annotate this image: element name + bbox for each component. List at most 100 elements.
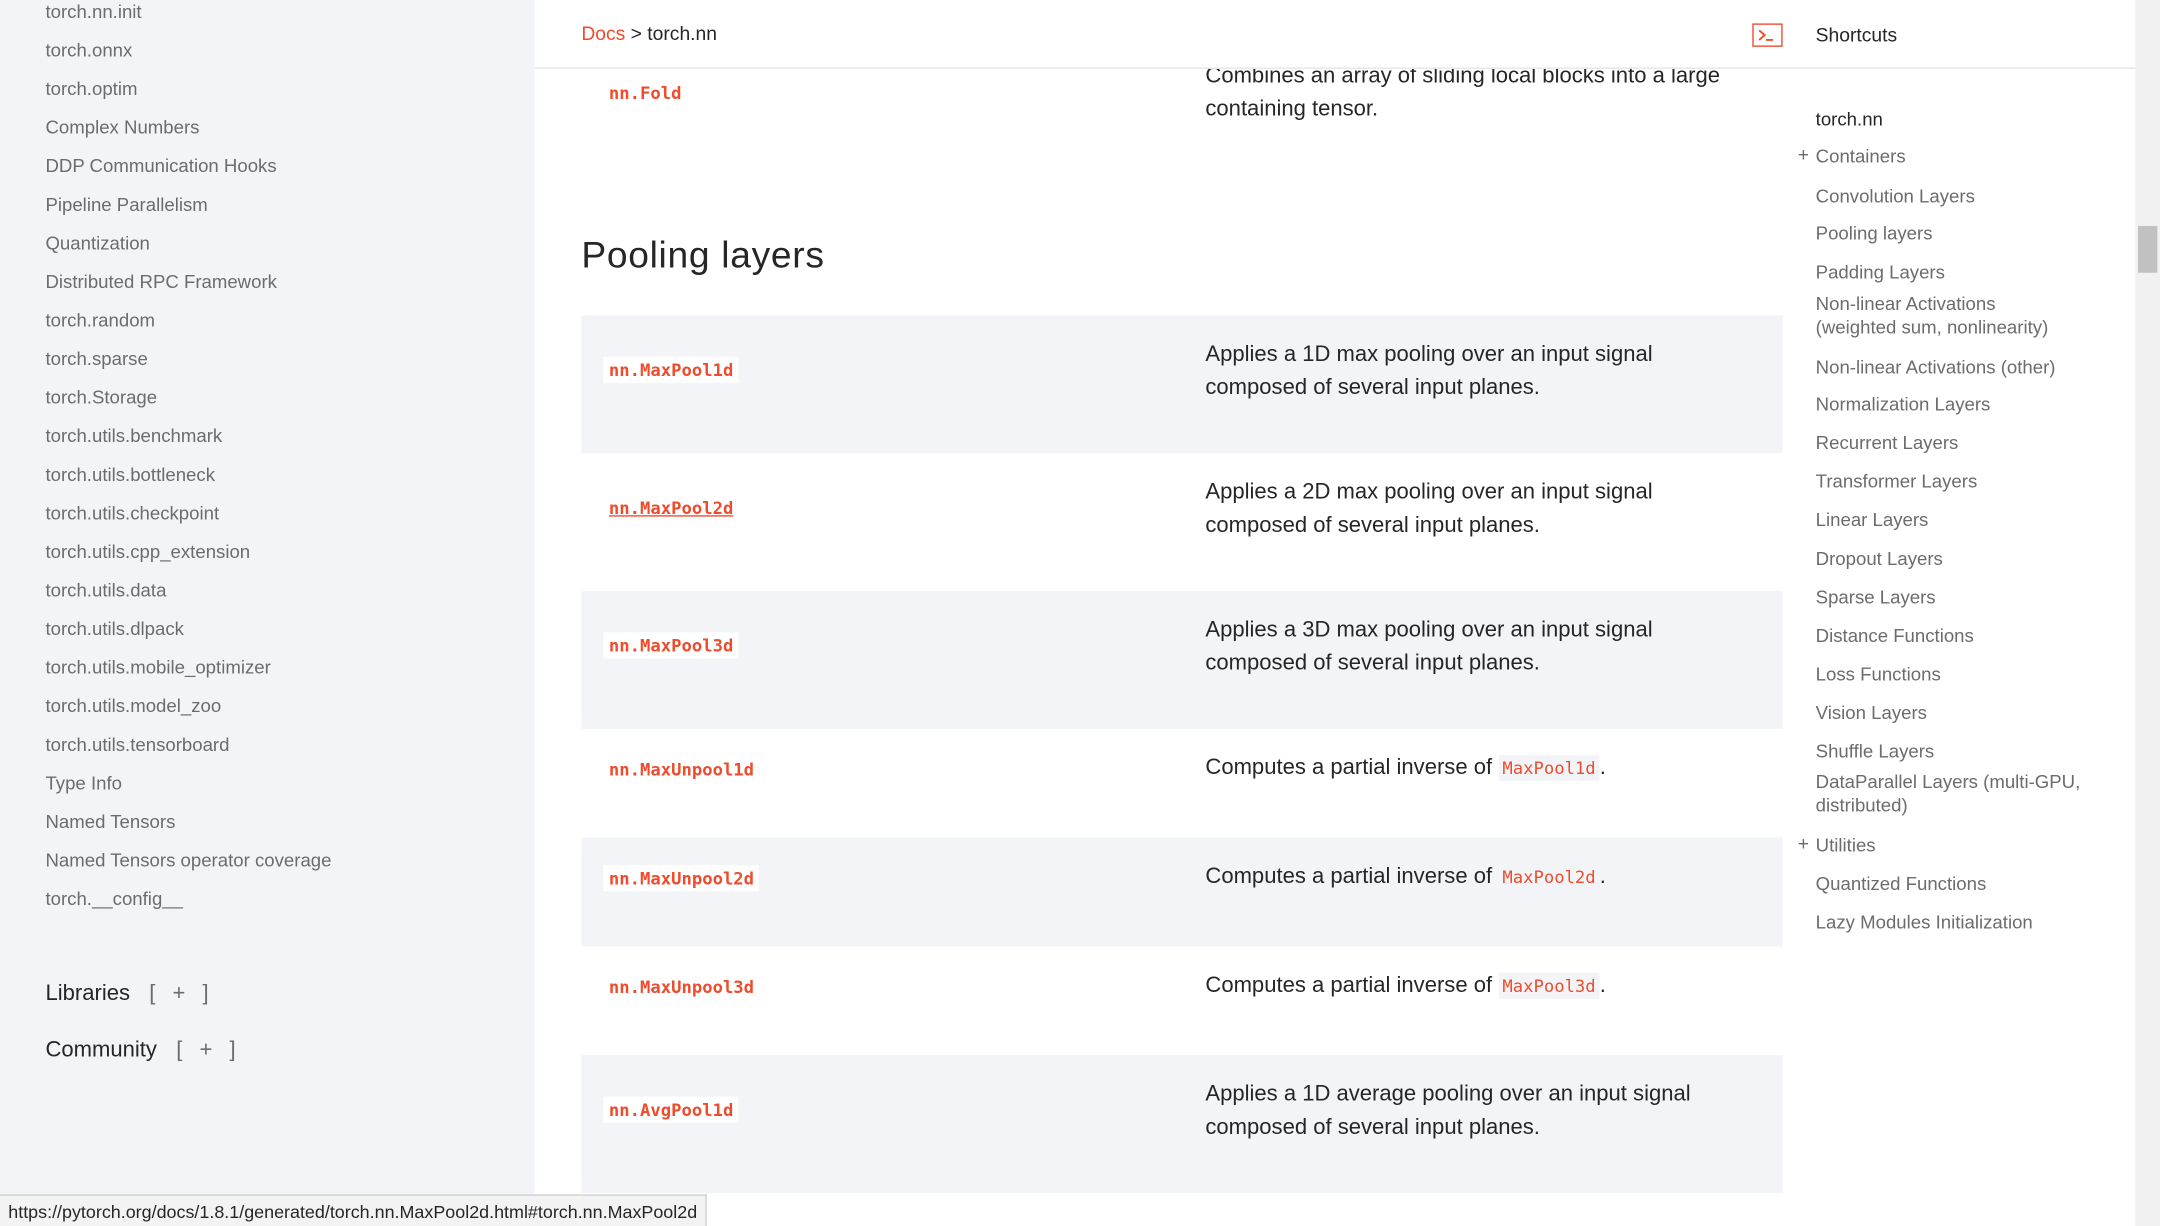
shortcut-item-torch-nn[interactable]: torch.nn [1816,107,2105,130]
api-link-avgpool1d[interactable]: nn.AvgPool1d [603,1096,739,1123]
shortcut-item-normalization[interactable]: Normalization Layers [1816,393,2105,416]
desc-text: Computes a partial inverse of [1205,756,1493,780]
sidebar-item-utils-mobile-optimizer[interactable]: torch.utils.mobile_optimizer [45,657,270,678]
link-preview-status: https://pytorch.org/docs/1.8.1/generated… [0,1194,707,1226]
terminal-prompt-icon[interactable] [1752,23,1783,47]
api-link-maxunpool3d[interactable]: nn.MaxUnpool3d [603,973,760,1001]
table-row: nn.MaxUnpool2d Computes a partial invers… [581,837,1783,947]
sidebar-section-libraries[interactable]: Libraries [ + ] [45,982,214,1007]
breadcrumb-docs-link[interactable]: Docs [581,22,625,44]
breadcrumb-separator: > [630,22,642,45]
api-description: Combines an array of sliding local block… [1205,64,1720,122]
plus-icon[interactable]: + [1798,143,1809,166]
desc-text: Computes a partial inverse of [1205,973,1493,998]
table-row: nn.MaxPool2d Applies a 2D max pooling ov… [581,453,1782,591]
table-row: nn.Fold Combines an array of sliding loc… [581,61,1782,144]
sidebar-item-torch-storage[interactable]: torch.Storage [45,387,157,408]
sidebar-item-type-info[interactable]: Type Info [45,773,122,794]
api-description: Computes a partial inverse of MaxPool3d. [1205,970,1756,1003]
api-description: Applies a 2D max pooling over an input s… [1205,480,1653,538]
sidebar-item-torch-random[interactable]: torch.random [45,310,155,331]
section-label: Community [45,1038,157,1063]
shortcut-item-quantized-functions[interactable]: Quantized Functions [1816,872,2105,895]
shortcut-item-recurrent[interactable]: Recurrent Layers [1816,431,2105,454]
sidebar-item-utils-benchmark[interactable]: torch.utils.benchmark [45,426,222,447]
scrollbar-thumb[interactable] [2138,225,2158,273]
desc-suffix: . [1599,756,1606,780]
sidebar-item-named-tensors-coverage[interactable]: Named Tensors operator coverage [45,850,331,871]
shortcut-label: Utilities [1815,834,1876,856]
table-row: nn.MaxUnpool1d Computes a partial invers… [581,729,1782,838]
shortcut-item-lazy-modules[interactable]: Lazy Modules Initialization [1816,911,2105,934]
api-description: Computes a partial inverse of MaxPool2d. [1205,861,1756,894]
shortcut-item-vision[interactable]: Vision Layers [1816,701,2105,724]
shortcut-item-nonlinear-weighted[interactable]: Non-linear Activations (weighted sum, no… [1816,292,2071,339]
shortcut-item-containers[interactable]: + Containers [1798,143,2105,168]
table-row: nn.MaxPool1d Applies a 1D max pooling ov… [581,315,1783,454]
sidebar-item-quantization[interactable]: Quantization [45,233,149,254]
shortcut-item-sparse[interactable]: Sparse Layers [1816,585,2105,608]
sidebar-item-complex-numbers[interactable]: Complex Numbers [45,117,199,138]
section-label: Libraries [45,982,130,1006]
shortcut-item-convolution[interactable]: Convolution Layers [1816,185,2105,208]
api-description: Applies a 1D max pooling over an input s… [1205,343,1653,400]
sidebar-item-utils-tensorboard[interactable]: torch.utils.tensorboard [45,734,229,755]
shortcut-item-nonlinear-other[interactable]: Non-linear Activations (other) [1816,355,2105,378]
sidebar-item-utils-model-zoo[interactable]: torch.utils.model_zoo [45,696,221,717]
sidebar-item-distributed-rpc[interactable]: Distributed RPC Framework [45,271,277,292]
api-link-maxpool2d[interactable]: nn.MaxPool2d [603,494,739,521]
shortcut-item-transformer[interactable]: Transformer Layers [1816,470,2105,493]
shortcut-item-shuffle[interactable]: Shuffle Layers [1816,740,2105,763]
inline-code-link[interactable]: MaxPool3d [1498,972,1600,999]
sidebar-item-pipeline-parallelism[interactable]: Pipeline Parallelism [45,194,207,215]
sidebar-item-utils-bottleneck[interactable]: torch.utils.bottleneck [45,464,215,485]
sidebar-item-utils-data[interactable]: torch.utils.data [45,580,166,601]
shortcut-item-distance[interactable]: Distance Functions [1816,624,2105,647]
sidebar-item-torch-optim[interactable]: torch.optim [45,79,137,100]
api-link-maxunpool1d[interactable]: nn.MaxUnpool1d [603,756,760,783]
shortcut-item-dataparallel[interactable]: DataParallel Layers (multi-GPU, distribu… [1816,770,2092,817]
sidebar-item-utils-checkpoint[interactable]: torch.utils.checkpoint [45,503,219,524]
expand-toggle[interactable]: [ + ] [149,982,214,1005]
api-link-maxpool3d[interactable]: nn.MaxPool3d [603,632,739,659]
shortcut-item-pooling[interactable]: Pooling layers [1816,222,2105,245]
sidebar-item-named-tensors[interactable]: Named Tensors [45,811,175,832]
page-scrollbar[interactable] [2135,0,2160,1226]
inline-code-link[interactable]: MaxPool1d [1498,754,1600,782]
sidebar-item-torch-config[interactable]: torch.__config__ [45,889,183,910]
table-row: nn.MaxUnpool3d Computes a partial invers… [581,946,1782,1055]
api-description: Applies a 3D max pooling over an input s… [1205,618,1653,676]
breadcrumb-current: torch.nn [647,22,717,45]
sidebar-item-utils-cpp-extension[interactable]: torch.utils.cpp_extension [45,541,250,562]
shortcut-item-dropout[interactable]: Dropout Layers [1816,547,2105,570]
shortcut-item-loss[interactable]: Loss Functions [1816,663,2105,686]
api-link-maxunpool2d[interactable]: nn.MaxUnpool2d [603,865,760,892]
sidebar-item-torch-sparse[interactable]: torch.sparse [45,349,147,370]
api-description: Computes a partial inverse of MaxPool1d. [1205,752,1756,785]
shortcut-item-utilities[interactable]: + Utilities [1798,832,2105,856]
sidebar-item-utils-dlpack[interactable]: torch.utils.dlpack [45,619,184,640]
api-link-maxpool1d[interactable]: nn.MaxPool1d [603,356,739,383]
table-row: nn.MaxPool3d Applies a 3D max pooling ov… [581,590,1783,729]
top-bar: Docs > torch.nn Shortcuts [534,0,2136,69]
api-link-fold[interactable]: nn.Fold [603,80,687,106]
left-sidebar: torch.nn.init torch.onnx torch.optim Com… [0,0,535,1226]
shortcuts-label[interactable]: Shortcuts [1816,23,1897,45]
desc-text: Computes a partial inverse of [1205,865,1493,889]
sidebar-item-torch-onnx[interactable]: torch.onnx [45,40,132,61]
shortcut-item-linear[interactable]: Linear Layers [1816,508,2105,531]
desc-suffix: . [1599,865,1606,889]
inline-code-link[interactable]: MaxPool2d [1498,863,1600,890]
desc-suffix: . [1599,973,1606,998]
shortcut-item-padding[interactable]: Padding Layers [1816,260,2105,283]
section-heading: Pooling layers [581,234,825,276]
api-description: Applies a 1D average pooling over an inp… [1205,1082,1691,1140]
expand-toggle[interactable]: [ + ] [176,1039,241,1062]
sidebar-item-torch-nn-init[interactable]: torch.nn.init [45,1,141,22]
table-row: nn.AvgPool1d Applies a 1D average poolin… [581,1055,1783,1194]
shortcut-label: Containers [1815,146,1906,167]
plus-icon[interactable]: + [1798,832,1809,855]
sidebar-item-ddp-hooks[interactable]: DDP Communication Hooks [45,156,276,177]
breadcrumb: Docs > torch.nn [581,22,717,44]
sidebar-section-community[interactable]: Community [ + ] [45,1039,241,1064]
